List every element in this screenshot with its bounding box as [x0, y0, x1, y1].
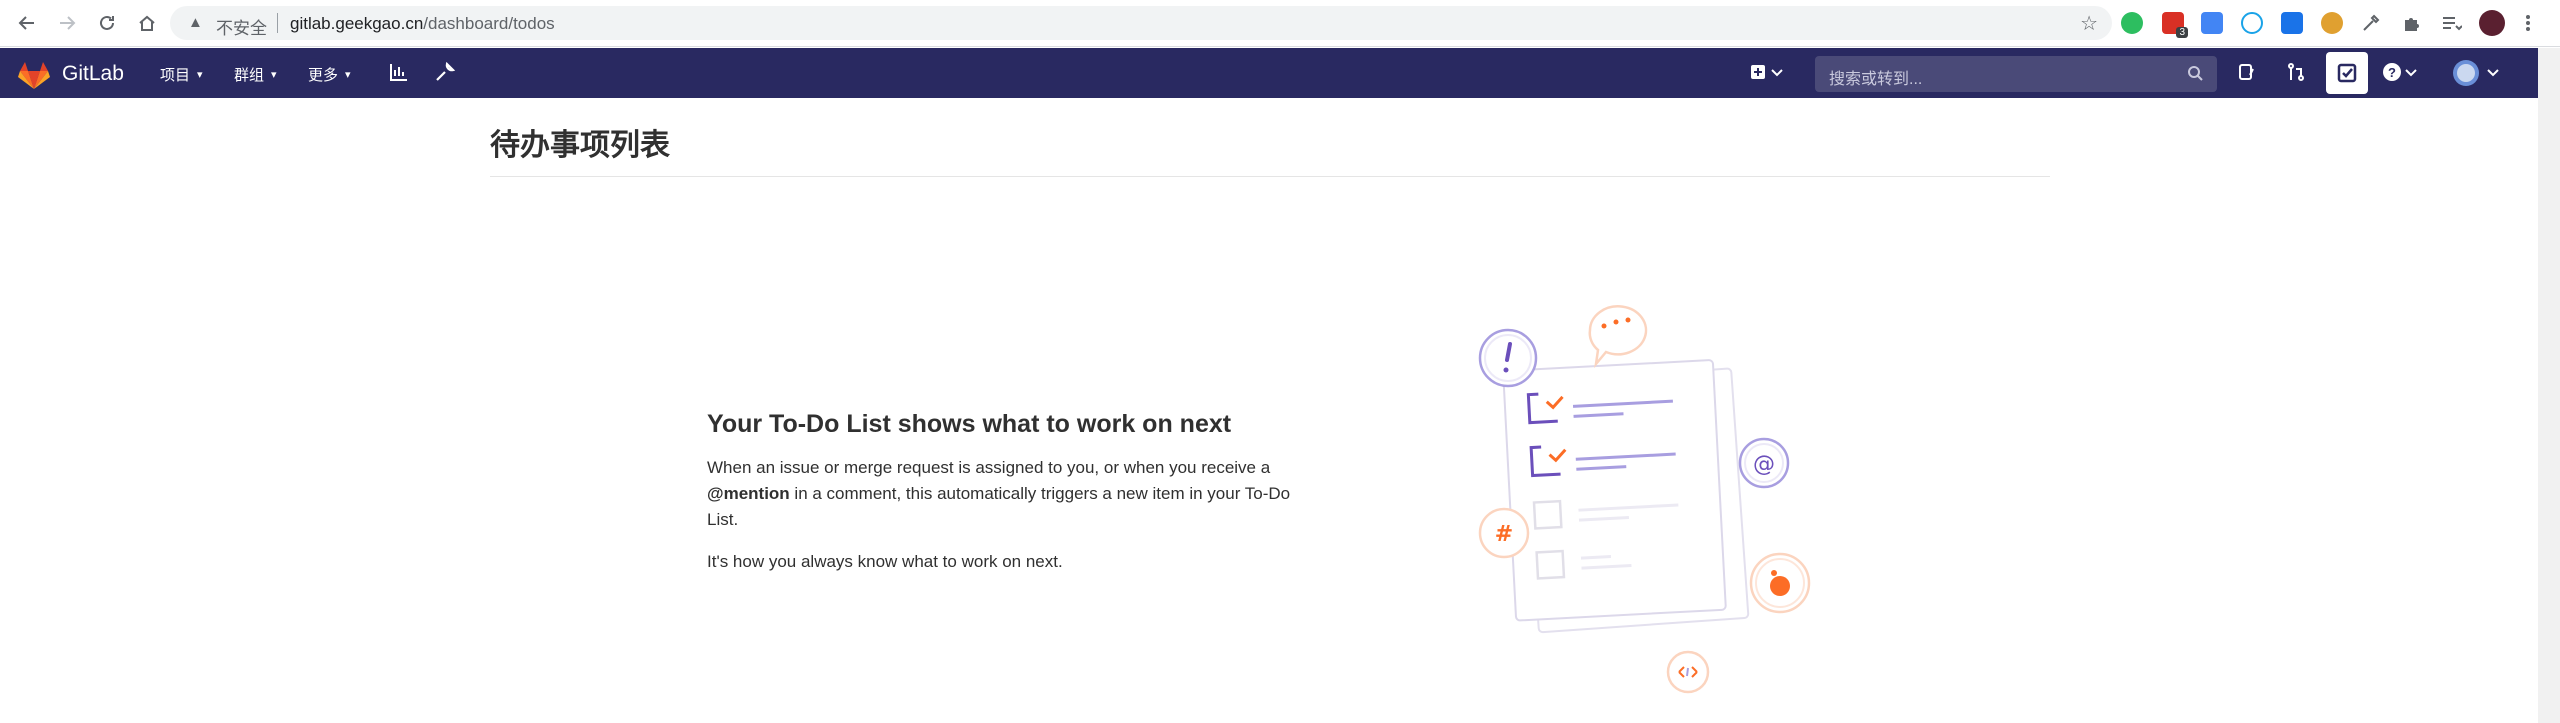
- activity-chart-icon[interactable]: [388, 61, 410, 88]
- eyedropper-extension-icon[interactable]: [2360, 12, 2382, 34]
- menu-more[interactable]: 更多 ▾: [308, 64, 351, 85]
- gitlab-navbar: GitLab 项目 ▾ 群组 ▾ 更多 ▾ 搜索或转到... ?: [0, 48, 2538, 98]
- todos-button[interactable]: [2326, 52, 2368, 94]
- menu-projects[interactable]: 项目 ▾: [160, 64, 203, 85]
- search-input[interactable]: 搜索或转到...: [1815, 56, 2217, 92]
- gitlab-brand[interactable]: GitLab: [62, 62, 124, 86]
- puzzle-extensions-icon[interactable]: [2401, 12, 2423, 34]
- menu-projects-label: 项目: [160, 67, 191, 84]
- todos-empty-illustration: @ #: [1470, 290, 1820, 700]
- user-avatar-menu[interactable]: [2452, 58, 2502, 93]
- merge-requests-icon[interactable]: [2285, 61, 2307, 88]
- admin-wrench-icon[interactable]: [434, 61, 456, 88]
- empty-state-note: It's how you always know what to work on…: [707, 552, 1063, 571]
- forward-icon[interactable]: [54, 10, 80, 36]
- reading-list-icon[interactable]: [2440, 12, 2463, 34]
- todo-checkbox-icon: [2337, 63, 2357, 83]
- profile-avatar[interactable]: [2479, 10, 2505, 36]
- page-title: 待办事项列表: [490, 128, 670, 163]
- url-host: gitlab.geekgao.cn: [290, 14, 424, 33]
- browser-toolbar: ▲ 不安全 gitlab.geekgao.cn/dashboard/todos …: [0, 0, 2560, 47]
- fox-extension-icon[interactable]: [2321, 12, 2343, 34]
- chevron-down-icon: ▾: [197, 69, 203, 81]
- home-icon[interactable]: [134, 10, 160, 36]
- divider: [277, 13, 278, 33]
- description-text-start: When an issue or merge request is assign…: [707, 458, 1271, 477]
- url-path: /dashboard/todos: [423, 14, 555, 33]
- divider: [490, 176, 2050, 177]
- svg-text:@: @: [1753, 452, 1775, 477]
- warning-icon: ▲: [188, 14, 203, 31]
- issues-icon[interactable]: [2236, 61, 2258, 88]
- url-text[interactable]: gitlab.geekgao.cn/dashboard/todos: [290, 14, 555, 34]
- bookmark-star-icon[interactable]: ☆: [2080, 11, 2098, 36]
- back-icon[interactable]: [14, 10, 40, 36]
- menu-groups[interactable]: 群组 ▾: [234, 64, 277, 85]
- empty-state-description: When an issue or merge request is assign…: [707, 455, 1297, 533]
- description-text-end: in a comment, this automatically trigger…: [707, 484, 1291, 529]
- svg-text:#: #: [1495, 522, 1513, 547]
- address-bar[interactable]: ▲ 不安全 gitlab.geekgao.cn/dashboard/todos …: [170, 6, 2112, 40]
- menu-more-label: 更多: [308, 67, 339, 84]
- search-placeholder: 搜索或转到...: [1829, 71, 1923, 88]
- reload-icon[interactable]: [94, 10, 120, 36]
- chevron-down-icon: ▾: [271, 69, 277, 81]
- empty-state-heading: Your To-Do List shows what to work on ne…: [707, 410, 1232, 438]
- clock-extension-icon[interactable]: [2241, 12, 2263, 34]
- page-scrollbar[interactable]: [2538, 48, 2560, 723]
- translate-extension-icon[interactable]: [2201, 12, 2223, 34]
- menu-groups-label: 群组: [234, 67, 265, 84]
- calendar-extension-icon[interactable]: 3: [2162, 12, 2188, 38]
- search-icon: [2187, 65, 2203, 86]
- new-item-plus-icon[interactable]: [1750, 61, 1786, 88]
- extension-badge: 3: [2176, 27, 2188, 38]
- help-icon[interactable]: ?: [2382, 61, 2418, 88]
- insecure-label: 不安全: [216, 19, 267, 38]
- mention-text: @mention: [707, 484, 790, 503]
- browser-menu-icon[interactable]: [2525, 12, 2535, 34]
- gitlab-logo-icon[interactable]: [18, 60, 50, 95]
- svg-text:?: ?: [2388, 65, 2396, 80]
- chevron-down-icon: ▾: [345, 69, 351, 81]
- screenshot-extension-icon[interactable]: [2281, 12, 2303, 34]
- evernote-extension-icon[interactable]: [2121, 12, 2143, 34]
